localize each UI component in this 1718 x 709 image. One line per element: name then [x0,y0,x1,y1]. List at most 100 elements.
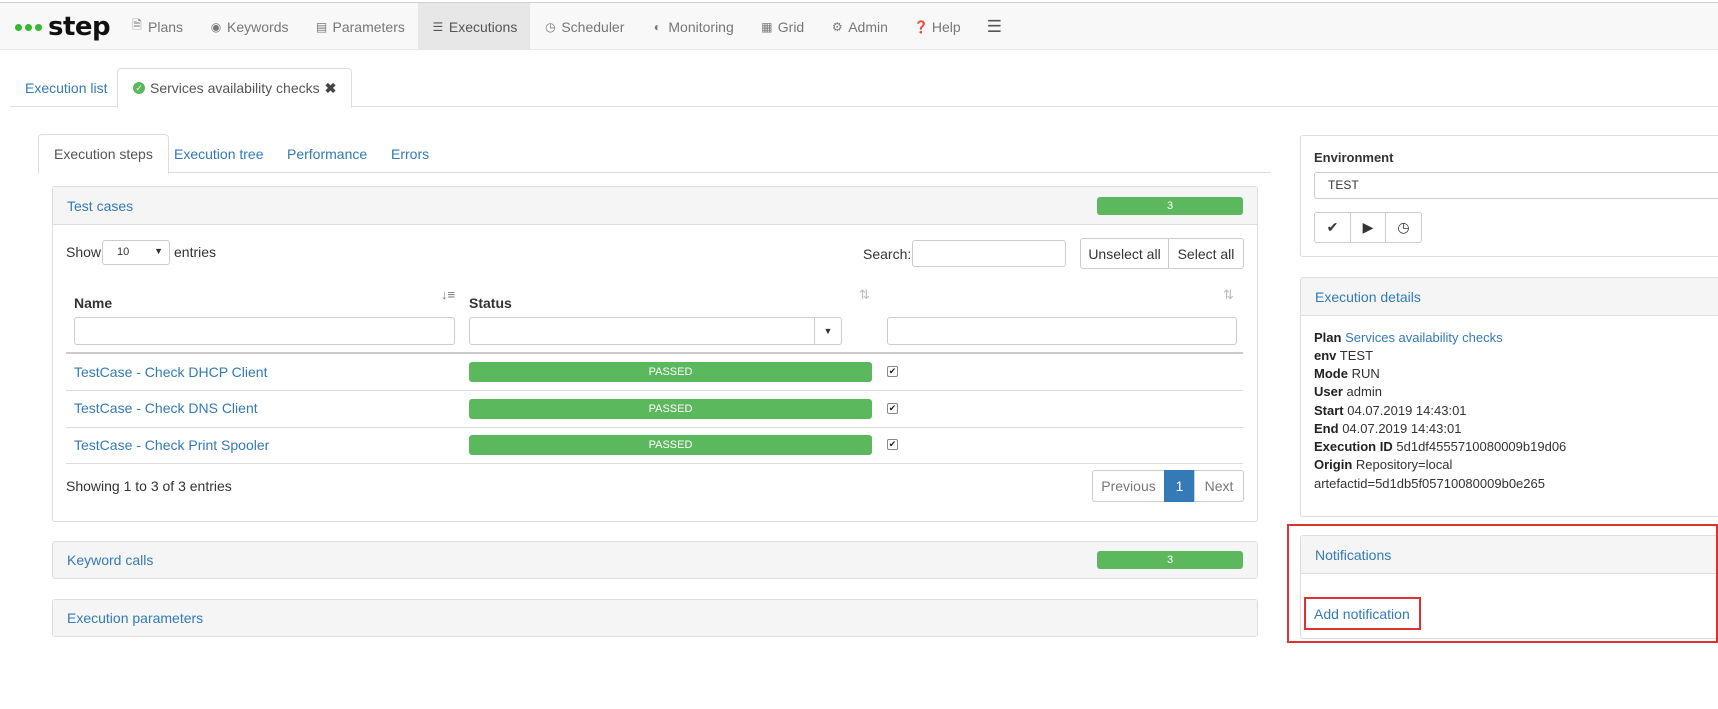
row-divider [66,390,1243,391]
tab-current-execution[interactable]: ✓ Services availability checks ✖ [117,68,353,108]
execution-sub-tabs: Execution steps Execution tree Performan… [38,134,1271,174]
status-badge: PASSED [469,362,872,382]
hamburger-icon: ☰ [986,16,1002,36]
detail-end-value: 04.07.2019 14:43:01 [1342,421,1462,436]
highlight-box-add-notification [1304,597,1421,630]
row-divider [66,427,1243,428]
test-cases-title: Test cases [67,197,134,214]
tab-performance[interactable]: Performance [272,134,382,173]
nav-admin[interactable]: ⚙ Admin [817,3,901,50]
search-input[interactable] [912,240,1066,267]
tab-execution-steps[interactable]: Execution steps [38,134,169,174]
tab-performance-label: Performance [287,145,368,162]
testcase-link[interactable]: TestCase - Check DNS Client [74,400,258,416]
nav-keywords[interactable]: ◉ Keywords [196,3,301,50]
detail-env-label: env [1314,348,1337,363]
chevron-down-icon[interactable]: ▼ [814,318,841,344]
test-cases-header[interactable]: Test cases 3 [53,187,1257,225]
testcase-link[interactable]: TestCase - Check Print Spooler [74,437,269,453]
play-icon: ▶ [1362,219,1374,235]
table-header-divider [66,352,1243,354]
tab-execution-tree[interactable]: Execution tree [159,134,279,173]
tab-current-execution-label: Services availability checks [150,80,320,96]
entries-value: 10 [117,246,130,258]
table-info: Showing 1 to 3 of 3 entries [66,478,232,494]
detail-plan: Plan Services availability checks [1314,330,1503,345]
testcase-link[interactable]: TestCase - Check DHCP Client [74,364,267,380]
grid-icon: ▦ [761,19,773,34]
execution-parameters-header[interactable]: Execution parameters [53,600,1257,636]
previous-page-button[interactable]: Previous [1092,470,1165,502]
step-logo[interactable]: step [15,12,111,42]
nav-plans[interactable]: 🗎 Plans [117,3,196,50]
detail-user-value: admin [1346,384,1382,399]
execution-parameters-title: Execution parameters [67,610,204,626]
row-checkbox[interactable]: ✔ [887,366,898,377]
sort-icon[interactable]: ⇅ [1223,287,1234,303]
tab-errors-label: Errors [391,145,430,162]
name-filter-input[interactable] [74,317,455,345]
nav-executions[interactable]: ☰ Executions [417,3,531,50]
run-button[interactable]: ▶ [1350,212,1386,243]
row-checkbox[interactable]: ✔ [887,403,898,414]
detail-id-label: Execution ID [1314,439,1393,454]
clock-icon: ◷ [545,19,556,34]
menu-toggle[interactable]: ☰ [974,3,1018,50]
sort-asc-icon[interactable]: ↓≡ [441,287,455,302]
execution-details-header[interactable]: Execution details [1301,278,1718,316]
list-icon: ▤ [315,19,328,34]
row-checkbox[interactable]: ✔ [887,439,898,450]
environment-input[interactable]: TEST [1314,172,1718,199]
environment-title: Environment [1314,150,1394,165]
nav-executions-label: Executions [448,18,518,35]
detail-user-label: User [1314,384,1343,399]
nav-help[interactable]: ❓ Help [901,3,974,50]
detail-env-value: TEST [1339,348,1374,363]
detail-origin-artefact: artefactid=5d1db5f05710080009b0e265 [1314,476,1545,491]
detail-mode: Mode RUN [1314,366,1380,381]
gauge-icon: ◐ [653,19,662,34]
main-nav: 🗎 Plans ◉ Keywords ▤ Parameters ☰ Executions… [117,3,1018,50]
status-filter-select[interactable]: ▼ [469,317,842,345]
entries-select[interactable]: 10 ▼ [102,240,170,265]
column-name-header[interactable]: Name [74,295,112,311]
select-filter-input[interactable] [887,317,1237,345]
tab-execution-list[interactable]: Execution list [10,68,122,107]
detail-start-label: Start [1314,403,1344,418]
keyword-calls-header[interactable]: Keyword calls 3 [53,542,1257,578]
tab-execution-list-label: Execution list [25,79,108,96]
check-button[interactable]: ✔ [1314,212,1351,243]
logo-text: step [48,12,111,42]
nav-grid[interactable]: ▦ Grid [747,3,817,50]
next-page-button[interactable]: Next [1194,470,1244,502]
unselect-all-button[interactable]: Unselect all [1080,238,1169,269]
nav-parameters[interactable]: ▤ Parameters [302,3,418,50]
nav-grid-label: Grid [777,18,805,35]
nav-scheduler-label: Scheduler [561,18,625,35]
sort-icon[interactable]: ⇅ [859,287,870,303]
tab-errors[interactable]: Errors [376,134,444,173]
detail-origin: Origin Repository=local [1314,457,1452,472]
nav-plans-label: Plans [148,18,184,35]
nav-help-label: Help [931,18,961,35]
row-divider [66,463,1243,464]
page-1-button[interactable]: 1 [1164,470,1195,502]
chevron-down-icon: ▼ [154,246,163,256]
nav-parameters-label: Parameters [332,18,405,35]
schedule-button[interactable]: ◷ [1385,212,1422,243]
select-all-button[interactable]: Select all [1168,238,1244,269]
detail-plan-label: Plan [1314,330,1342,345]
detail-start-value: 04.07.2019 14:43:01 [1347,403,1467,418]
keyword-calls-panel: Keyword calls 3 [52,541,1258,579]
page-tabs: Execution list ✓ Services availability c… [10,68,1718,108]
check-circle-icon: ✓ [133,82,145,94]
test-cases-panel: Test cases 3 [52,186,1258,522]
nav-monitoring[interactable]: ◐ Monitoring [637,3,746,50]
column-status-header[interactable]: Status [469,295,512,311]
close-icon[interactable]: ✖ [325,80,337,97]
detail-id-value: 5d1df4555710080009b19d06 [1396,439,1567,454]
status-badge: PASSED [469,435,872,455]
keyword-calls-title: Keyword calls [67,552,154,568]
plan-link[interactable]: Services availability checks [1345,330,1503,345]
nav-scheduler[interactable]: ◷ Scheduler [530,3,637,50]
